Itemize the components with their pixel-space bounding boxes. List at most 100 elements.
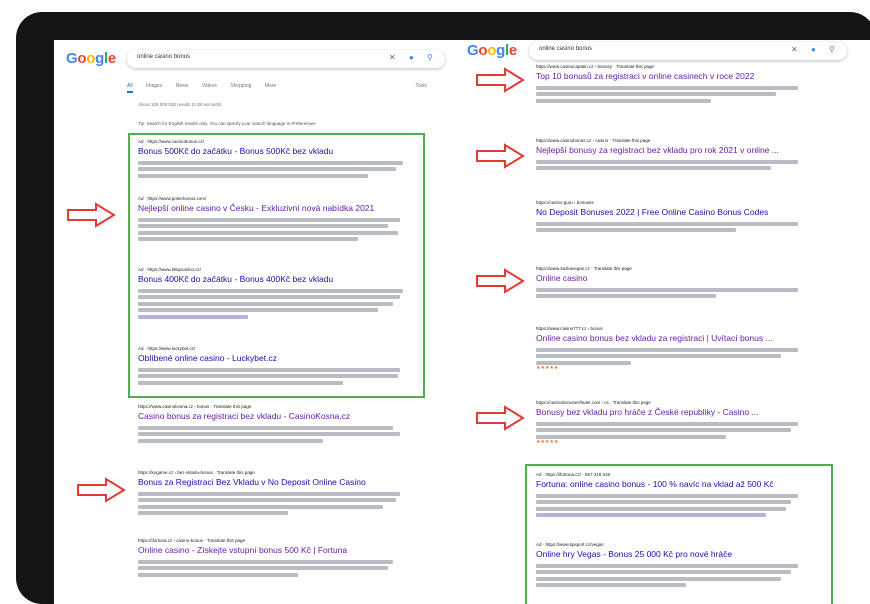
snippet-line — [536, 287, 798, 292]
snippet-line — [536, 159, 798, 164]
snippet-line — [536, 294, 716, 298]
snippet-line — [138, 511, 288, 515]
snippet-line — [138, 230, 398, 235]
tab-shopping[interactable]: Shopping — [230, 83, 251, 89]
snippet-line — [138, 167, 396, 171]
left-search-results: Google online casino bonus ✕ ● ⚲ All Ima… — [54, 40, 449, 604]
result-title[interactable]: Online casino — [536, 273, 811, 285]
language-tip: Tip: Search for English results only. Yo… — [138, 121, 316, 126]
result-url[interactable]: Ad · https://www.luckybet.cz/ — [138, 346, 413, 353]
search-box[interactable]: online casino bonus ✕ ● ⚲ — [529, 42, 847, 60]
result-title[interactable]: Casino bonus za registraci bez vkladu - … — [138, 411, 413, 423]
search-box[interactable]: online casino bonus ✕ ● ⚲ — [127, 50, 445, 68]
search-icon[interactable]: ⚲ — [829, 45, 835, 54]
result-item: https://www.casino777.cz › bonus Online … — [536, 326, 811, 371]
result-title[interactable]: Fortuna: online casino bonus - 100 % nav… — [536, 479, 811, 491]
red-arrow-icon — [476, 67, 525, 93]
result-title[interactable]: Oblíbené online casino - Luckybet.cz — [138, 353, 413, 365]
snippet-line — [138, 438, 323, 443]
google-logo[interactable]: Google — [467, 42, 517, 59]
snippet-line — [138, 380, 343, 385]
result-url[interactable]: Ad · https://www.casinobonus.cz/ — [138, 139, 413, 146]
rating-stars: ★★★★★ — [536, 438, 559, 445]
result-url[interactable]: https://casinobonusesfinder.com › cs · T… — [536, 400, 811, 407]
result-url[interactable]: Ad · https://www.pokerbonus.com/ — [138, 196, 413, 203]
result-url[interactable]: Ad · https://www.tiktipcasino.cz/ — [138, 267, 413, 274]
snippet-line — [536, 421, 798, 426]
red-arrow-icon — [476, 405, 525, 431]
result-item: https://www.casinocaptain.cz › bonusy · … — [536, 64, 811, 103]
snippet-line — [536, 506, 786, 511]
tab-videos[interactable]: Videos — [202, 83, 217, 89]
result-url[interactable]: https://www.casinokosna.cz › bonus · Tra… — [138, 404, 413, 411]
tab-all[interactable]: All — [127, 83, 133, 93]
snippet-line — [536, 228, 736, 232]
result-item: https://kogame.cz › bez-vkladu-bonus · T… — [138, 470, 413, 515]
result-item: https://www.casinobonus.cz › casino · Tr… — [536, 138, 811, 170]
result-url[interactable]: Ad · https://ifortuna.cz/ · 557 318 318 — [536, 472, 811, 479]
snippet-line — [138, 160, 403, 165]
result-item: https://casino.guru › bonuses No Deposit… — [536, 200, 811, 232]
google-logo[interactable]: Google — [66, 50, 116, 67]
result-url[interactable]: https://www.sazkavegas.cz · Translate th… — [536, 266, 811, 273]
result-title[interactable]: Bonus za Registraci Bez Vkladu v No Depo… — [138, 477, 413, 489]
result-title[interactable]: Online casino - Získejte vstupní bonus 5… — [138, 545, 413, 557]
result-url[interactable]: https://ifortuna.cz › casino-bonus · Tra… — [138, 538, 413, 545]
result-item: https://www.sazkavegas.cz · Translate th… — [536, 266, 811, 298]
result-title[interactable]: Online casino bonus bez vkladu za regist… — [536, 333, 811, 345]
search-tabs: All Images News Videos Shopping More Too… — [127, 83, 447, 95]
snippet-line — [138, 432, 400, 436]
result-title[interactable]: Bonus 400Kč do začátku - Bonus 400Kč bez… — [138, 274, 413, 286]
snippet-line — [138, 425, 393, 430]
result-title[interactable]: No Deposit Bonuses 2022 | Free Online Ca… — [536, 207, 811, 219]
result-url[interactable]: https://www.casino777.cz › bonus — [536, 326, 811, 333]
snippet-line — [138, 288, 403, 293]
snippet-line — [536, 563, 798, 568]
result-item: https://www.casinokosna.cz › bonus · Tra… — [138, 404, 413, 443]
clear-icon[interactable]: ✕ — [791, 45, 798, 54]
tab-tools[interactable]: Tools — [415, 83, 427, 89]
tab-news[interactable]: News — [176, 83, 189, 89]
result-url[interactable]: https://www.casinocaptain.cz › bonusy · … — [536, 64, 811, 71]
rating-stars: ★★★★★ — [536, 364, 559, 371]
snippet-line — [536, 85, 798, 90]
result-url[interactable]: Ad · https://www.tipsport.cz/vegas — [536, 542, 811, 549]
snippet-line — [536, 92, 776, 96]
snippet-line — [536, 428, 791, 432]
result-title[interactable]: Bonusy bez vkladu pro hráče z České repu… — [536, 407, 811, 419]
search-query[interactable]: online casino bonus — [137, 54, 190, 60]
result-title[interactable]: Bonus 500Kč do začátku - Bonus 500Kč bez… — [138, 146, 413, 158]
sitelinks-line[interactable] — [138, 314, 248, 319]
sitelinks-line[interactable] — [536, 513, 766, 517]
result-url[interactable]: https://kogame.cz › bez-vkladu-bonus · T… — [138, 470, 413, 477]
result-title[interactable]: Nejlepší bonusy za registraci bez vkladu… — [536, 145, 811, 157]
tab-images[interactable]: Images — [146, 83, 162, 89]
red-arrow-icon — [77, 477, 126, 503]
tab-more[interactable]: More — [265, 83, 276, 89]
snippet-line — [536, 576, 781, 581]
result-item: Ad · https://www.tiktipcasino.cz/ Bonus … — [138, 267, 413, 319]
snippet-line — [536, 166, 771, 170]
result-item: https://casinobonusesfinder.com › cs · T… — [536, 400, 811, 445]
snippet-line — [536, 347, 798, 352]
result-title[interactable]: Online hry Vegas - Bonus 25 000 Kč pro n… — [536, 549, 811, 561]
result-item: Ad · https://ifortuna.cz/ · 557 318 318 … — [536, 472, 811, 517]
snippet-line — [138, 237, 358, 241]
snippet-line — [138, 374, 398, 378]
snippet-line — [536, 354, 781, 358]
result-url[interactable]: https://casino.guru › bonuses — [536, 200, 811, 207]
mic-icon[interactable]: ● — [409, 53, 414, 62]
search-icon[interactable]: ⚲ — [427, 53, 433, 62]
mic-icon[interactable]: ● — [811, 45, 816, 54]
result-title[interactable]: Top 10 bonusů za registraci v online cas… — [536, 71, 811, 83]
screen: Google online casino bonus ✕ ● ⚲ All Ima… — [54, 40, 870, 604]
snippet-line — [138, 572, 298, 577]
clear-icon[interactable]: ✕ — [389, 53, 396, 62]
red-arrow-icon — [476, 268, 525, 294]
snippet-line — [536, 570, 791, 574]
snippet-line — [138, 498, 396, 502]
red-arrow-icon — [476, 143, 525, 169]
result-title[interactable]: Nejlepší online casino v Česku - Exkluzi… — [138, 203, 413, 215]
result-url[interactable]: https://www.casinobonus.cz › casino · Tr… — [536, 138, 811, 145]
search-query[interactable]: online casino bonus — [539, 46, 592, 52]
